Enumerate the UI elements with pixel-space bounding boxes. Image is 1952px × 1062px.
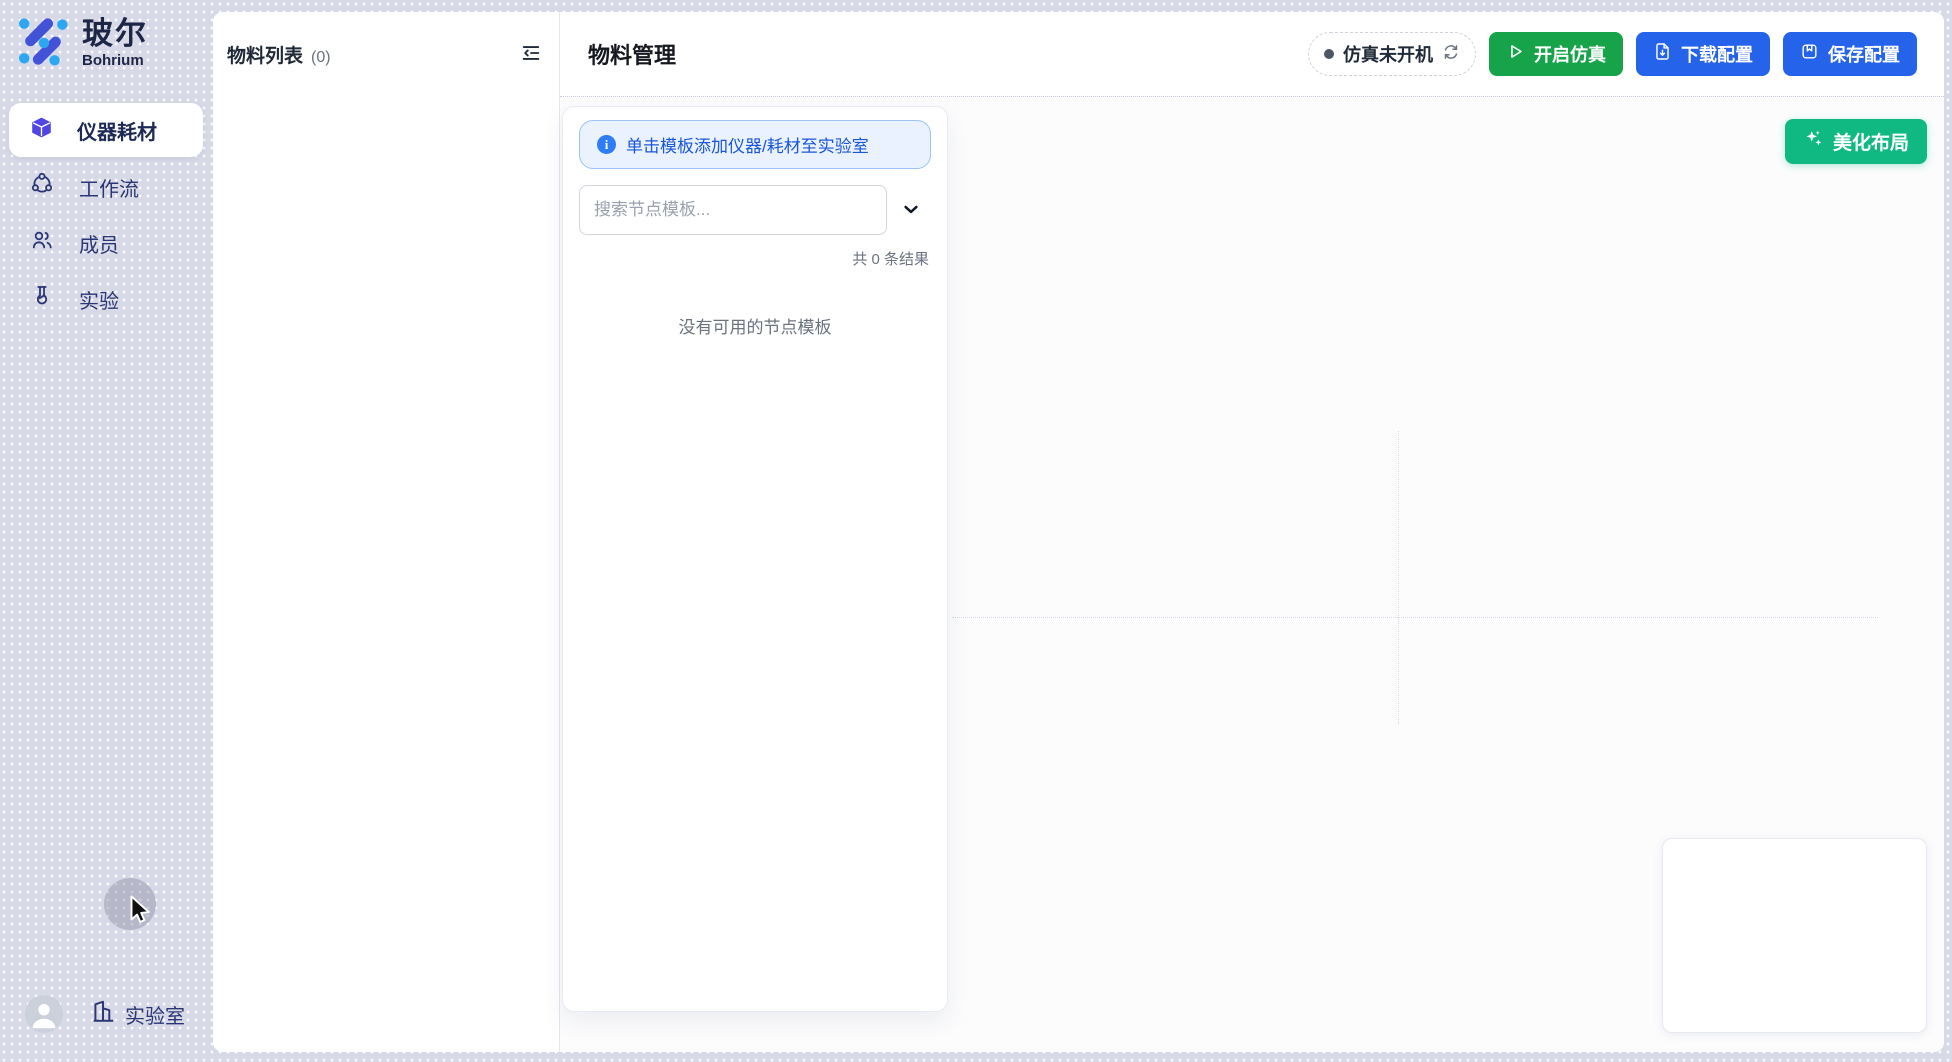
- template-search-row: [579, 185, 931, 235]
- header-actions: 仿真未开机: [1308, 32, 1917, 76]
- info-icon: i: [597, 135, 616, 154]
- sidebar-nav: 仪器耗材 工作流 成员: [0, 103, 213, 327]
- node-template-panel: i 单击模板添加仪器/耗材至实验室 共 0 条结果 没有可用的节点模板: [562, 106, 948, 1012]
- brand-subtitle: Bohrium: [82, 52, 148, 69]
- chevron-down-icon: [901, 199, 921, 222]
- lab-entry[interactable]: 实验室: [90, 998, 185, 1030]
- beautify-layout-button[interactable]: 美化布局: [1785, 119, 1927, 164]
- start-sim-label: 开启仿真: [1534, 41, 1606, 67]
- building-icon: [90, 998, 116, 1030]
- minimap[interactable]: [1662, 838, 1927, 1033]
- template-hint-text: 单击模板添加仪器/耗材至实验室: [626, 132, 869, 157]
- collapse-panel-button[interactable]: [518, 40, 544, 69]
- flow-canvas[interactable]: i 单击模板添加仪器/耗材至实验室 共 0 条结果 没有可用的节点模板: [560, 96, 1944, 1052]
- materials-list-panel: 物料列表 (0): [213, 12, 560, 1052]
- download-file-icon: [1653, 42, 1672, 66]
- download-config-label: 下载配置: [1681, 41, 1753, 67]
- page-title: 物料管理: [588, 38, 676, 70]
- sidebar-item-workflow[interactable]: 工作流: [0, 159, 213, 215]
- sidebar: 玻尔 Bohrium 仪器耗材 工作流: [0, 0, 213, 1062]
- save-config-label: 保存配置: [1828, 41, 1900, 67]
- experiment-icon: [30, 284, 54, 314]
- sidebar-item-label: 工作流: [79, 173, 139, 202]
- collapse-templates-button[interactable]: [901, 199, 921, 222]
- sim-status-chip[interactable]: 仿真未开机: [1308, 32, 1476, 76]
- materials-list-title: 物料列表: [227, 41, 303, 68]
- sidebar-item-experiments[interactable]: 实验: [0, 271, 213, 327]
- brand-name: 玻尔: [82, 18, 148, 51]
- template-result-count: 共 0 条结果: [579, 248, 931, 269]
- sidebar-item-members[interactable]: 成员: [0, 215, 213, 271]
- save-config-button[interactable]: 保存配置: [1783, 32, 1917, 76]
- sidebar-item-instruments[interactable]: 仪器耗材: [9, 103, 203, 157]
- sim-status-label: 仿真未开机: [1343, 41, 1433, 67]
- status-dot-icon: [1324, 49, 1334, 59]
- workflow-icon: [30, 172, 54, 202]
- sidebar-item-label: 仪器耗材: [77, 116, 157, 145]
- main-region: 物料管理 仿真未开机: [560, 12, 1944, 1052]
- materials-list-count: (0): [311, 49, 331, 67]
- sidebar-footer: 实验室: [25, 995, 185, 1033]
- cube-icon: [30, 116, 53, 145]
- mouse-cursor-icon: [125, 894, 155, 933]
- user-avatar[interactable]: [25, 995, 63, 1033]
- beautify-layout-label: 美化布局: [1833, 128, 1909, 155]
- app-logo[interactable]: 玻尔 Bohrium: [16, 14, 148, 73]
- start-sim-button[interactable]: 开启仿真: [1489, 32, 1623, 76]
- refresh-icon[interactable]: [1442, 43, 1460, 66]
- sidebar-item-label: 实验: [79, 285, 119, 314]
- canvas-guideline-vertical: [1398, 431, 1399, 724]
- collapse-panel-icon: [520, 42, 542, 67]
- sparkles-icon: [1803, 128, 1824, 155]
- lab-label: 实验室: [125, 1000, 185, 1029]
- template-search-input[interactable]: [579, 185, 887, 235]
- canvas-guideline-horizontal: [952, 617, 1878, 618]
- materials-list-header: 物料列表 (0): [213, 12, 559, 96]
- main-header: 物料管理 仿真未开机: [560, 12, 1944, 96]
- members-icon: [30, 228, 54, 258]
- download-config-button[interactable]: 下载配置: [1636, 32, 1770, 76]
- save-icon: [1800, 42, 1819, 66]
- template-empty-state: 没有可用的节点模板: [579, 313, 931, 338]
- bohrium-logo-icon: [16, 14, 70, 73]
- sidebar-item-label: 成员: [79, 229, 119, 258]
- template-hint-banner[interactable]: i 单击模板添加仪器/耗材至实验室: [579, 120, 931, 169]
- main-card: 物料列表 (0) 物料管理 仿真: [213, 12, 1944, 1052]
- play-icon: [1506, 42, 1525, 66]
